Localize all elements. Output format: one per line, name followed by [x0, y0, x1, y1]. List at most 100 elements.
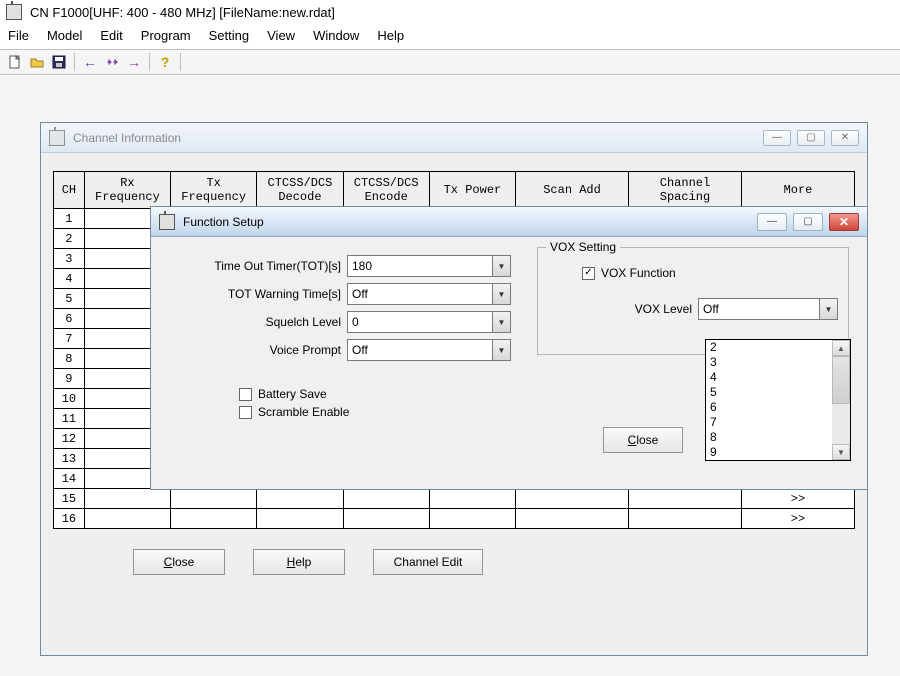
toolbar-write-icon[interactable]: →: [123, 52, 145, 72]
toolbar-help-icon[interactable]: ?: [154, 52, 176, 72]
menu-window[interactable]: Window: [313, 28, 359, 43]
fs-minimize-icon[interactable]: —: [757, 213, 787, 231]
squelch-label: Squelch Level: [167, 315, 347, 329]
dropdown-option[interactable]: 4: [706, 370, 832, 385]
chevron-down-icon[interactable]: [492, 340, 510, 360]
table-row[interactable]: 16>>: [54, 509, 855, 529]
vox-function-label: VOX Function: [601, 266, 676, 280]
col-rx: Rx Frequency: [84, 172, 170, 209]
cell[interactable]: [171, 489, 257, 509]
row-number: 11: [54, 409, 85, 429]
cell[interactable]: [171, 509, 257, 529]
dropdown-option[interactable]: 9: [706, 445, 832, 460]
dropdown-option[interactable]: 6: [706, 400, 832, 415]
app-title: CN F1000[UHF: 400 - 480 MHz] [FileName:n…: [30, 5, 335, 20]
menu-edit[interactable]: Edit: [100, 28, 122, 43]
scroll-thumb[interactable]: [832, 356, 850, 404]
cell[interactable]: [257, 509, 343, 529]
cell[interactable]: [516, 489, 629, 509]
chevron-down-icon[interactable]: [492, 284, 510, 304]
vox-function-checkbox[interactable]: [582, 267, 595, 280]
scramble-enable-checkbox[interactable]: [239, 406, 252, 419]
voice-prompt-select[interactable]: Off: [347, 339, 511, 361]
cell[interactable]: [257, 489, 343, 509]
dropdown-option[interactable]: 7: [706, 415, 832, 430]
table-row[interactable]: 15>>: [54, 489, 855, 509]
dropdown-option[interactable]: 3: [706, 355, 832, 370]
cell[interactable]: [343, 509, 429, 529]
vox-level-select[interactable]: Off: [698, 298, 838, 320]
ci-close-icon[interactable]: ✕: [831, 130, 859, 146]
toolbar-save-icon[interactable]: [48, 52, 70, 72]
more-cell[interactable]: >>: [741, 489, 854, 509]
menu-file[interactable]: File: [8, 28, 29, 43]
mdi-area: Channel Information — ▢ ✕ CH Rx Frequenc…: [0, 76, 900, 676]
battery-save-label: Battery Save: [258, 387, 327, 401]
app-titlebar: CN F1000[UHF: 400 - 480 MHz] [FileName:n…: [0, 0, 900, 24]
row-number: 9: [54, 369, 85, 389]
vox-level-dropdown[interactable]: 23456789 ▲ ▼: [705, 339, 851, 461]
scramble-enable-label: Scramble Enable: [258, 405, 349, 419]
scroll-up-icon[interactable]: ▲: [832, 340, 850, 356]
ci-maximize-icon[interactable]: ▢: [797, 130, 825, 146]
cell[interactable]: [629, 489, 742, 509]
function-setup-title: Function Setup: [183, 215, 264, 229]
row-number: 6: [54, 309, 85, 329]
ci-channel-edit-button[interactable]: Channel Edit: [373, 549, 483, 575]
menu-model[interactable]: Model: [47, 28, 82, 43]
toolbar-readwrite-icon[interactable]: [101, 52, 123, 72]
chevron-down-icon[interactable]: [492, 312, 510, 332]
toolbar-open-icon[interactable]: [26, 52, 48, 72]
row-number: 14: [54, 469, 85, 489]
chevron-down-icon[interactable]: [819, 299, 837, 319]
dropdown-option[interactable]: 5: [706, 385, 832, 400]
voice-prompt-value: Off: [348, 343, 492, 357]
cell[interactable]: [343, 489, 429, 509]
squelch-select[interactable]: 0: [347, 311, 511, 333]
battery-save-checkbox[interactable]: [239, 388, 252, 401]
toolbar-read-icon[interactable]: ←: [79, 52, 101, 72]
vox-level-label: VOX Level: [635, 302, 692, 316]
toolbar-new-icon[interactable]: [4, 52, 26, 72]
menu-view[interactable]: View: [267, 28, 295, 43]
ci-minimize-icon[interactable]: —: [763, 130, 791, 146]
radio-icon: [159, 214, 175, 230]
scroll-down-icon[interactable]: ▼: [832, 444, 850, 460]
cell[interactable]: [429, 509, 515, 529]
row-number: 5: [54, 289, 85, 309]
function-setup-titlebar[interactable]: Function Setup — ▢ ✕: [151, 207, 867, 237]
ci-close-button[interactable]: Close: [133, 549, 225, 575]
dropdown-option[interactable]: 2: [706, 340, 832, 355]
channel-info-titlebar[interactable]: Channel Information — ▢ ✕: [41, 123, 867, 153]
more-cell[interactable]: >>: [741, 509, 854, 529]
col-scan: Scan Add: [516, 172, 629, 209]
tot-value: 180: [348, 259, 492, 273]
scrollbar[interactable]: ▲ ▼: [832, 340, 850, 460]
menu-program[interactable]: Program: [141, 28, 191, 43]
col-enc: CTCSS/DCS Encode: [343, 172, 429, 209]
cell[interactable]: [84, 509, 170, 529]
menu-help[interactable]: Help: [377, 28, 404, 43]
fs-maximize-icon[interactable]: ▢: [793, 213, 823, 231]
fs-close-button[interactable]: Close: [603, 427, 683, 453]
tot-label: Time Out Timer(TOT)[s]: [167, 259, 347, 273]
chevron-down-icon[interactable]: [492, 256, 510, 276]
cell[interactable]: [429, 489, 515, 509]
voice-prompt-label: Voice Prompt: [167, 343, 347, 357]
scroll-track[interactable]: [832, 356, 850, 444]
cell[interactable]: [516, 509, 629, 529]
row-number: 3: [54, 249, 85, 269]
col-sp: Channel Spacing: [629, 172, 742, 209]
cell[interactable]: [629, 509, 742, 529]
ci-help-button[interactable]: Help: [253, 549, 345, 575]
menu-setting[interactable]: Setting: [209, 28, 249, 43]
tot-select[interactable]: 180: [347, 255, 511, 277]
row-number: 7: [54, 329, 85, 349]
squelch-value: 0: [348, 315, 492, 329]
app-icon: [6, 4, 22, 20]
cell[interactable]: [84, 489, 170, 509]
tot-warning-select[interactable]: Off: [347, 283, 511, 305]
fs-close-icon[interactable]: ✕: [829, 213, 859, 231]
dropdown-option[interactable]: 8: [706, 430, 832, 445]
col-tx: Tx Frequency: [171, 172, 257, 209]
